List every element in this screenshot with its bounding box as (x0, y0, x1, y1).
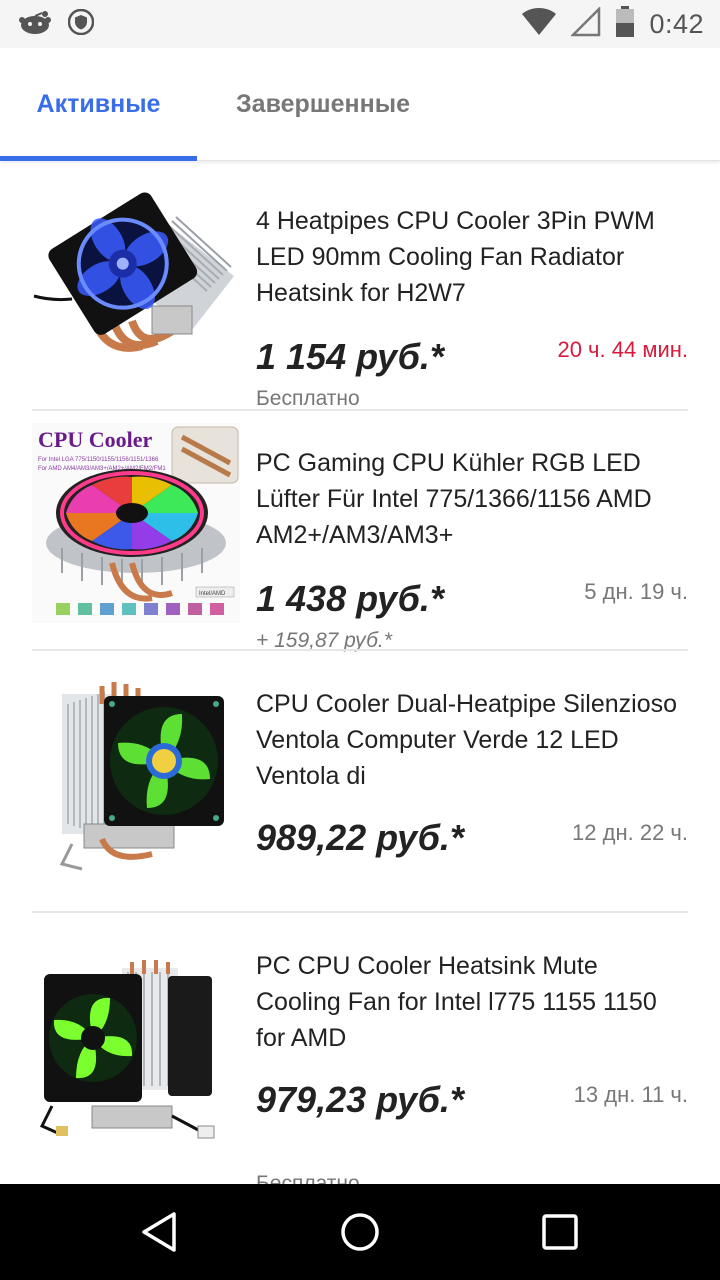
time-left: 5 дн. 19 ч. (584, 579, 688, 604)
recents-icon (542, 1214, 578, 1250)
divider-line (32, 911, 688, 913)
product-title[interactable]: CPU Cooler Dual-Heatpipe Silenzioso Vent… (256, 686, 688, 794)
back-button[interactable] (136, 1208, 184, 1256)
back-icon (142, 1212, 176, 1252)
shipping-cost: Бесплатно (256, 387, 360, 410)
tab-active[interactable]: Активные (0, 48, 197, 160)
product-title[interactable]: PC Gaming CPU Kühler RGB LED Lüfter Für … (256, 445, 688, 553)
divider-line (32, 409, 688, 411)
tab-completed[interactable]: Завершенные (197, 48, 449, 160)
battery-icon (615, 5, 635, 43)
product-image: CPU Cooler For Intel LGA 775/1150/1155/1… (32, 423, 240, 623)
time-left: 20 ч. 44 мин. (557, 337, 688, 362)
product-price: 989,22 руб.* (256, 817, 464, 858)
product-price: 1 154 руб.* (256, 336, 444, 377)
recents-button[interactable] (536, 1208, 584, 1256)
product-title[interactable]: PC CPU Cooler Heatsink Mute Cooling Fan … (256, 948, 688, 1056)
item-divider (32, 911, 688, 913)
status-clock: 0:42 (649, 8, 704, 39)
reddit-icon (18, 8, 52, 41)
tab-completed-label: Завершенные (236, 89, 410, 118)
time-left: 13 дн. 11 ч. (573, 1082, 688, 1107)
divider-line (32, 649, 688, 651)
status-bar: 0:42 (0, 0, 720, 48)
item-divider (32, 649, 688, 651)
list-item[interactable]: PC CPU Cooler Heatsink Mute Cooling Fan … (32, 926, 688, 1184)
item-divider (32, 409, 688, 411)
product-image (32, 956, 240, 1156)
image-heading: CPU Cooler (38, 427, 152, 452)
product-price: 979,23 руб.* (256, 1079, 464, 1120)
home-button[interactable] (336, 1208, 384, 1256)
list-item[interactable]: 4 Heatpipes CPU Cooler 3Pin PWM LED 90mm… (32, 181, 688, 411)
list-item[interactable]: CPU Cooler Dual-Heatpipe Silenzioso Vent… (32, 664, 688, 922)
product-image (32, 674, 240, 874)
image-badge: Intel/AMD (199, 591, 226, 597)
navigation-bar (0, 1184, 720, 1280)
home-icon (341, 1213, 379, 1251)
product-price: 1 438 руб.* (256, 578, 444, 619)
tab-active-label: Активные (36, 89, 161, 118)
shipping-cost: Бесплатно (256, 1172, 360, 1184)
product-image (32, 181, 240, 381)
bids-list[interactable]: 4 Heatpipes CPU Cooler 3Pin PWM LED 90mm… (0, 161, 720, 1184)
time-left: 12 дн. 22 ч. (572, 820, 688, 845)
image-line-1: For Intel LGA 775/1150/1155/1156/1151/13… (38, 457, 159, 463)
cell-signal-icon (570, 5, 601, 42)
product-title[interactable]: 4 Heatpipes CPU Cooler 3Pin PWM LED 90mm… (256, 203, 688, 311)
tab-bar: Активные Завершенные (0, 48, 720, 161)
wifi-icon (521, 7, 557, 42)
shield-icon (67, 8, 95, 40)
list-item[interactable]: CPU Cooler For Intel LGA 775/1150/1155/1… (32, 423, 688, 652)
